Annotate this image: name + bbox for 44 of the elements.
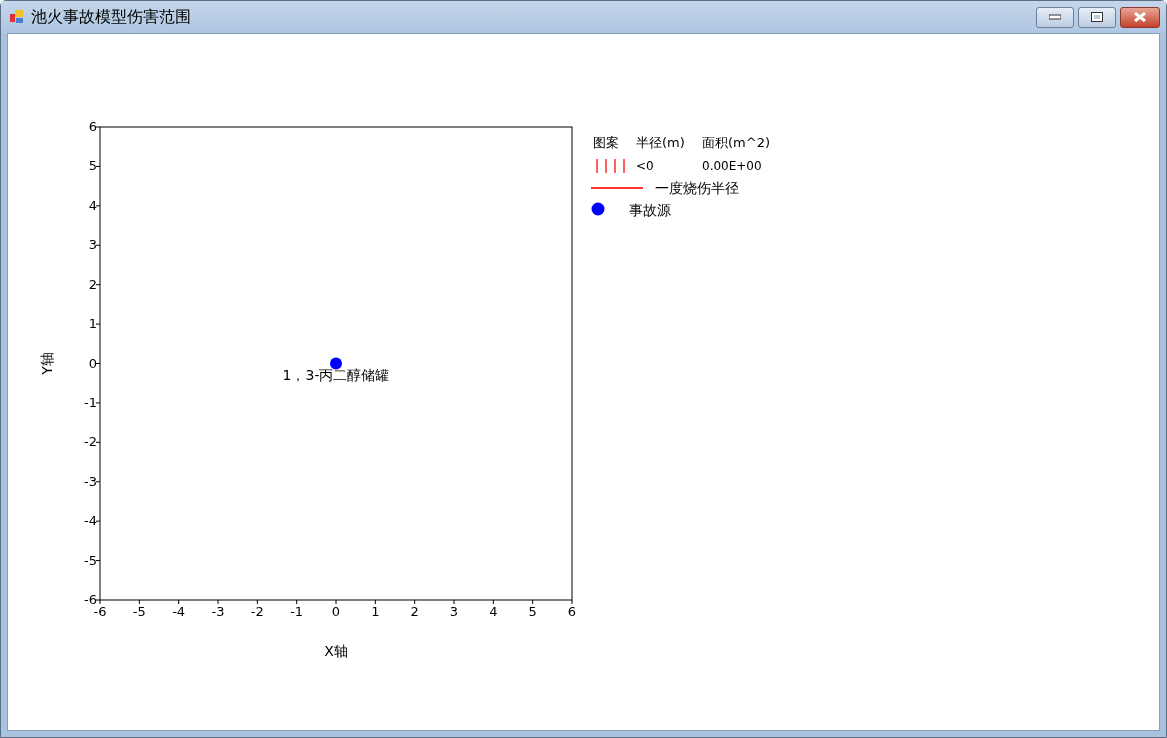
y-tick-label: -4 [84,513,97,529]
x-tick-label: -1 [290,604,304,619]
y-tick-label: 3 [88,237,97,253]
minimize-icon [1049,14,1061,20]
x-tick-label: 0 [331,604,341,619]
y-tick-label: -2 [84,434,97,450]
y-tick-label: -1 [84,394,97,410]
x-tick-label: 4 [489,604,498,619]
y-tick-label: -5 [84,552,97,568]
minimize-button[interactable] [1036,6,1074,28]
legend-label: 一度烧伤半径 [655,180,739,196]
x-tick-label: -3 [211,604,225,619]
y-tick-label: 6 [88,119,97,134]
y-tick-label: -6 [84,592,97,607]
legend-radius: <0 [636,159,654,173]
restore-button[interactable] [1078,6,1116,28]
legend-header: 面积(m^2) [702,135,770,150]
close-button[interactable] [1120,6,1160,28]
x-axis-label: X轴 [324,643,348,659]
legend-header: 图案 [593,135,619,150]
x-tick-label: 2 [410,604,419,619]
y-tick-label: 5 [88,158,97,174]
y-tick-label: 0 [88,355,97,371]
app-icon [9,9,25,25]
legend-area: 0.00E+00 [702,159,762,173]
y-axis-label: Y轴 [39,352,55,375]
y-tick-label: -3 [84,473,97,489]
point-label: 1，3-丙二醇储罐 [282,366,390,383]
close-icon [1134,12,1146,22]
x-tick-label: -2 [250,604,264,619]
x-tick-label: 1 [371,604,380,619]
legend-label: 事故源 [629,202,671,218]
y-tick-label: 1 [88,316,97,332]
x-tick-label: -6 [93,604,107,619]
y-tick-label: 4 [88,197,97,213]
y-tick-label: 2 [88,276,97,292]
x-tick-label: 5 [528,604,537,619]
x-tick-label: -5 [132,604,146,619]
x-tick-label: 6 [567,604,577,619]
x-tick-label: 3 [449,604,459,619]
legend-header: 半径(m) [636,135,685,150]
restore-icon [1091,12,1103,22]
window-title: 池火事故模型伤害范围 [31,6,191,28]
x-tick-label: -4 [172,604,186,619]
